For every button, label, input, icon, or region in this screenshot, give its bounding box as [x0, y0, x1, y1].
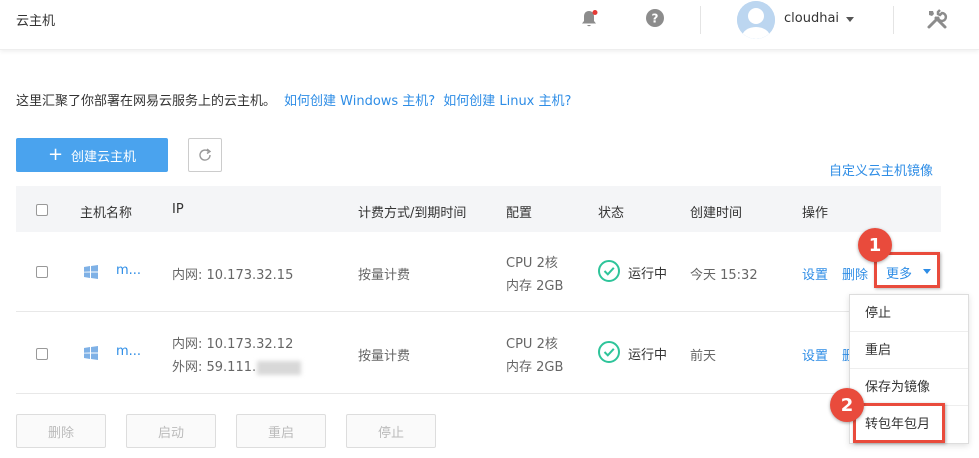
config-cpu: CPU 2核	[506, 337, 558, 352]
link-create-windows[interactable]: 如何创建 Windows 主机?	[284, 94, 435, 109]
page-title: 云主机	[16, 14, 56, 29]
batch-stop-button[interactable]: 停止	[346, 414, 436, 448]
status-running: 运行中	[628, 267, 668, 282]
config-cpu: CPU 2核	[506, 256, 558, 271]
row-checkbox[interactable]	[36, 348, 48, 360]
divider	[700, 6, 701, 34]
windows-icon	[84, 265, 98, 279]
table-row: m... 内网: 10.173.32.12 外网: 59.111. 按量计费 C…	[16, 312, 941, 394]
status-running: 运行中	[628, 348, 668, 363]
ip-internal: 内网: 10.173.32.12	[172, 337, 294, 352]
created-time: 今天 15:32	[690, 268, 758, 283]
col-ip: IP	[172, 202, 184, 217]
col-status: 状态	[598, 206, 625, 221]
redacted-ip	[257, 360, 302, 375]
row-checkbox[interactable]	[36, 266, 48, 278]
check-circle-icon	[598, 341, 620, 363]
settings-link[interactable]: 设置	[802, 264, 828, 283]
plus-icon: +	[47, 144, 64, 165]
check-circle-icon	[598, 260, 620, 282]
avatar[interactable]	[737, 1, 775, 39]
col-actions: 操作	[802, 206, 829, 221]
tools-icon[interactable]	[925, 7, 949, 31]
svg-text:?: ?	[652, 12, 659, 26]
col-config: 配置	[506, 206, 533, 221]
instance-name-link[interactable]: m...	[116, 263, 141, 278]
annotation-badge-2: 2	[830, 388, 864, 422]
select-all-checkbox[interactable]	[36, 204, 48, 216]
link-create-linux[interactable]: 如何创建 Linux 主机?	[443, 94, 571, 109]
intro-text: 这里汇聚了你部署在网易云服务上的云主机。 如何创建 Windows 主机? 如何创建…	[16, 90, 571, 109]
batch-delete-button[interactable]: 删除	[16, 414, 106, 448]
config-memory: 内存 2GB	[506, 279, 564, 294]
highlight-frame	[853, 403, 945, 443]
windows-icon	[84, 346, 98, 360]
more-label: 更多	[886, 267, 913, 282]
menu-item-save-image[interactable]: 保存为镜像	[850, 369, 968, 406]
ip-external-text: 外网: 59.111.	[172, 360, 257, 375]
settings-link[interactable]: 设置	[802, 345, 828, 364]
create-instance-label: 创建云主机	[71, 149, 137, 165]
intro-description: 这里汇聚了你部署在网易云服务上的云主机。	[16, 94, 277, 109]
chevron-down-icon[interactable]	[846, 17, 854, 22]
ip-external: 外网: 59.111.	[172, 356, 302, 375]
divider	[893, 6, 894, 34]
help-icon[interactable]: ?	[645, 8, 665, 28]
instance-name-link[interactable]: m...	[116, 344, 141, 359]
bell-icon[interactable]	[579, 9, 599, 29]
col-billing: 计费方式/到期时间	[358, 206, 467, 221]
col-created: 创建时间	[690, 206, 743, 221]
menu-item-stop[interactable]: 停止	[850, 295, 968, 332]
create-instance-button[interactable]: + 创建云主机	[16, 138, 168, 172]
batch-restart-button[interactable]: 重启	[236, 414, 326, 448]
menu-item-restart[interactable]: 重启	[850, 332, 968, 369]
col-name: 主机名称	[80, 206, 133, 221]
username[interactable]: cloudhai	[784, 11, 839, 26]
billing-type: 按量计费	[358, 349, 411, 364]
user-avatar-icon	[737, 1, 775, 39]
ip-internal: 内网: 10.173.32.15	[172, 268, 294, 283]
table-row: m... 内网: 10.173.32.15 按量计费 CPU 2核 内存 2GB…	[16, 232, 941, 312]
annotation-badge-1: 1	[858, 228, 892, 262]
refresh-icon	[199, 148, 212, 161]
table-header: 主机名称 IP 计费方式/到期时间 配置 状态 创建时间 操作	[16, 186, 941, 232]
delete-link[interactable]: 删除	[842, 264, 868, 283]
refresh-button[interactable]	[188, 138, 222, 172]
top-bar: 云主机 ? cloudhai	[0, 0, 979, 50]
created-time: 前天	[690, 349, 717, 364]
billing-type: 按量计费	[358, 268, 411, 283]
config-memory: 内存 2GB	[506, 360, 564, 375]
chevron-down-icon	[923, 269, 931, 274]
custom-image-link[interactable]: 自定义云主机镜像	[829, 160, 933, 179]
batch-start-button[interactable]: 启动	[126, 414, 216, 448]
